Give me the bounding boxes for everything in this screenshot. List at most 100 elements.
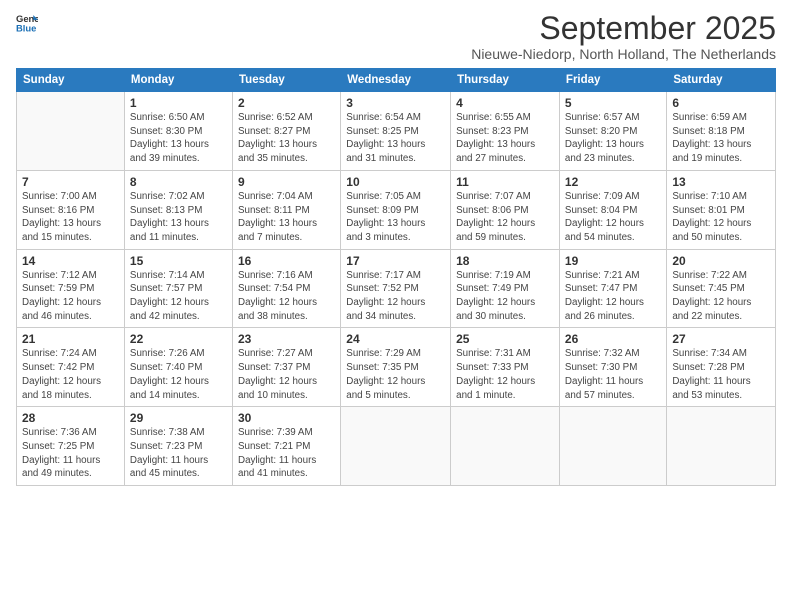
day-cell: 21Sunrise: 7:24 AMSunset: 7:42 PMDayligh…: [17, 328, 125, 407]
day-info: Sunrise: 7:10 AMSunset: 8:01 PMDaylight:…: [672, 190, 770, 245]
day-cell: [667, 407, 776, 486]
day-number: 16: [238, 254, 335, 268]
day-cell: 10Sunrise: 7:05 AMSunset: 8:09 PMDayligh…: [341, 170, 451, 249]
day-info: Sunrise: 6:52 AMSunset: 8:27 PMDaylight:…: [238, 111, 335, 166]
day-info: Sunrise: 7:39 AMSunset: 7:21 PMDaylight:…: [238, 426, 335, 481]
week-row-5: 28Sunrise: 7:36 AMSunset: 7:25 PMDayligh…: [17, 407, 776, 486]
day-number: 28: [22, 411, 119, 425]
day-info: Sunrise: 7:09 AMSunset: 8:04 PMDaylight:…: [565, 190, 661, 245]
day-number: 6: [672, 96, 770, 110]
day-number: 23: [238, 332, 335, 346]
day-number: 22: [130, 332, 227, 346]
day-info: Sunrise: 7:12 AMSunset: 7:59 PMDaylight:…: [22, 269, 119, 324]
day-info: Sunrise: 6:57 AMSunset: 8:20 PMDaylight:…: [565, 111, 661, 166]
title-block: September 2025 Nieuwe-Niedorp, North Hol…: [471, 12, 776, 62]
day-info: Sunrise: 6:54 AMSunset: 8:25 PMDaylight:…: [346, 111, 445, 166]
day-number: 29: [130, 411, 227, 425]
day-cell: 22Sunrise: 7:26 AMSunset: 7:40 PMDayligh…: [124, 328, 232, 407]
day-info: Sunrise: 7:38 AMSunset: 7:23 PMDaylight:…: [130, 426, 227, 481]
day-cell: 24Sunrise: 7:29 AMSunset: 7:35 PMDayligh…: [341, 328, 451, 407]
day-number: 12: [565, 175, 661, 189]
day-info: Sunrise: 7:31 AMSunset: 7:33 PMDaylight:…: [456, 347, 554, 402]
day-number: 7: [22, 175, 119, 189]
day-cell: 30Sunrise: 7:39 AMSunset: 7:21 PMDayligh…: [233, 407, 341, 486]
col-header-monday: Monday: [124, 69, 232, 92]
day-info: Sunrise: 6:55 AMSunset: 8:23 PMDaylight:…: [456, 111, 554, 166]
day-info: Sunrise: 7:36 AMSunset: 7:25 PMDaylight:…: [22, 426, 119, 481]
location-title: Nieuwe-Niedorp, North Holland, The Nethe…: [471, 46, 776, 62]
day-info: Sunrise: 7:27 AMSunset: 7:37 PMDaylight:…: [238, 347, 335, 402]
week-row-2: 7Sunrise: 7:00 AMSunset: 8:16 PMDaylight…: [17, 170, 776, 249]
day-number: 10: [346, 175, 445, 189]
day-info: Sunrise: 7:32 AMSunset: 7:30 PMDaylight:…: [565, 347, 661, 402]
day-cell: 19Sunrise: 7:21 AMSunset: 7:47 PMDayligh…: [559, 249, 666, 328]
day-info: Sunrise: 7:26 AMSunset: 7:40 PMDaylight:…: [130, 347, 227, 402]
day-number: 27: [672, 332, 770, 346]
day-number: 24: [346, 332, 445, 346]
day-info: Sunrise: 6:59 AMSunset: 8:18 PMDaylight:…: [672, 111, 770, 166]
day-number: 15: [130, 254, 227, 268]
day-info: Sunrise: 7:07 AMSunset: 8:06 PMDaylight:…: [456, 190, 554, 245]
day-info: Sunrise: 7:19 AMSunset: 7:49 PMDaylight:…: [456, 269, 554, 324]
day-cell: 5Sunrise: 6:57 AMSunset: 8:20 PMDaylight…: [559, 92, 666, 171]
day-number: 20: [672, 254, 770, 268]
day-info: Sunrise: 7:02 AMSunset: 8:13 PMDaylight:…: [130, 190, 227, 245]
day-info: Sunrise: 7:29 AMSunset: 7:35 PMDaylight:…: [346, 347, 445, 402]
calendar-table: SundayMondayTuesdayWednesdayThursdayFrid…: [16, 68, 776, 486]
day-info: Sunrise: 7:24 AMSunset: 7:42 PMDaylight:…: [22, 347, 119, 402]
header-row: SundayMondayTuesdayWednesdayThursdayFrid…: [17, 69, 776, 92]
day-cell: 11Sunrise: 7:07 AMSunset: 8:06 PMDayligh…: [451, 170, 560, 249]
week-row-3: 14Sunrise: 7:12 AMSunset: 7:59 PMDayligh…: [17, 249, 776, 328]
day-cell: 6Sunrise: 6:59 AMSunset: 8:18 PMDaylight…: [667, 92, 776, 171]
day-number: 17: [346, 254, 445, 268]
day-cell: 23Sunrise: 7:27 AMSunset: 7:37 PMDayligh…: [233, 328, 341, 407]
day-cell: 26Sunrise: 7:32 AMSunset: 7:30 PMDayligh…: [559, 328, 666, 407]
col-header-tuesday: Tuesday: [233, 69, 341, 92]
col-header-sunday: Sunday: [17, 69, 125, 92]
day-cell: 20Sunrise: 7:22 AMSunset: 7:45 PMDayligh…: [667, 249, 776, 328]
col-header-friday: Friday: [559, 69, 666, 92]
day-number: 8: [130, 175, 227, 189]
day-info: Sunrise: 7:22 AMSunset: 7:45 PMDaylight:…: [672, 269, 770, 324]
day-number: 30: [238, 411, 335, 425]
day-number: 9: [238, 175, 335, 189]
day-number: 1: [130, 96, 227, 110]
day-info: Sunrise: 6:50 AMSunset: 8:30 PMDaylight:…: [130, 111, 227, 166]
day-cell: [17, 92, 125, 171]
day-info: Sunrise: 7:34 AMSunset: 7:28 PMDaylight:…: [672, 347, 770, 402]
day-cell: 17Sunrise: 7:17 AMSunset: 7:52 PMDayligh…: [341, 249, 451, 328]
day-cell: [451, 407, 560, 486]
day-info: Sunrise: 7:00 AMSunset: 8:16 PMDaylight:…: [22, 190, 119, 245]
svg-text:Blue: Blue: [16, 23, 36, 34]
day-number: 14: [22, 254, 119, 268]
day-number: 19: [565, 254, 661, 268]
day-cell: 16Sunrise: 7:16 AMSunset: 7:54 PMDayligh…: [233, 249, 341, 328]
month-title: September 2025: [471, 12, 776, 44]
logo: General Blue: [16, 12, 38, 34]
header: General Blue September 2025 Nieuwe-Niedo…: [16, 12, 776, 62]
col-header-thursday: Thursday: [451, 69, 560, 92]
day-cell: 8Sunrise: 7:02 AMSunset: 8:13 PMDaylight…: [124, 170, 232, 249]
day-number: 13: [672, 175, 770, 189]
day-number: 2: [238, 96, 335, 110]
day-number: 3: [346, 96, 445, 110]
col-header-wednesday: Wednesday: [341, 69, 451, 92]
day-info: Sunrise: 7:17 AMSunset: 7:52 PMDaylight:…: [346, 269, 445, 324]
day-cell: 18Sunrise: 7:19 AMSunset: 7:49 PMDayligh…: [451, 249, 560, 328]
logo-icon: General Blue: [16, 12, 38, 34]
day-cell: 4Sunrise: 6:55 AMSunset: 8:23 PMDaylight…: [451, 92, 560, 171]
day-cell: 15Sunrise: 7:14 AMSunset: 7:57 PMDayligh…: [124, 249, 232, 328]
day-cell: 14Sunrise: 7:12 AMSunset: 7:59 PMDayligh…: [17, 249, 125, 328]
day-cell: 7Sunrise: 7:00 AMSunset: 8:16 PMDaylight…: [17, 170, 125, 249]
day-number: 5: [565, 96, 661, 110]
day-cell: 12Sunrise: 7:09 AMSunset: 8:04 PMDayligh…: [559, 170, 666, 249]
day-cell: 2Sunrise: 6:52 AMSunset: 8:27 PMDaylight…: [233, 92, 341, 171]
day-cell: 27Sunrise: 7:34 AMSunset: 7:28 PMDayligh…: [667, 328, 776, 407]
week-row-4: 21Sunrise: 7:24 AMSunset: 7:42 PMDayligh…: [17, 328, 776, 407]
day-number: 25: [456, 332, 554, 346]
day-number: 11: [456, 175, 554, 189]
day-cell: 3Sunrise: 6:54 AMSunset: 8:25 PMDaylight…: [341, 92, 451, 171]
day-number: 18: [456, 254, 554, 268]
day-info: Sunrise: 7:14 AMSunset: 7:57 PMDaylight:…: [130, 269, 227, 324]
day-info: Sunrise: 7:16 AMSunset: 7:54 PMDaylight:…: [238, 269, 335, 324]
